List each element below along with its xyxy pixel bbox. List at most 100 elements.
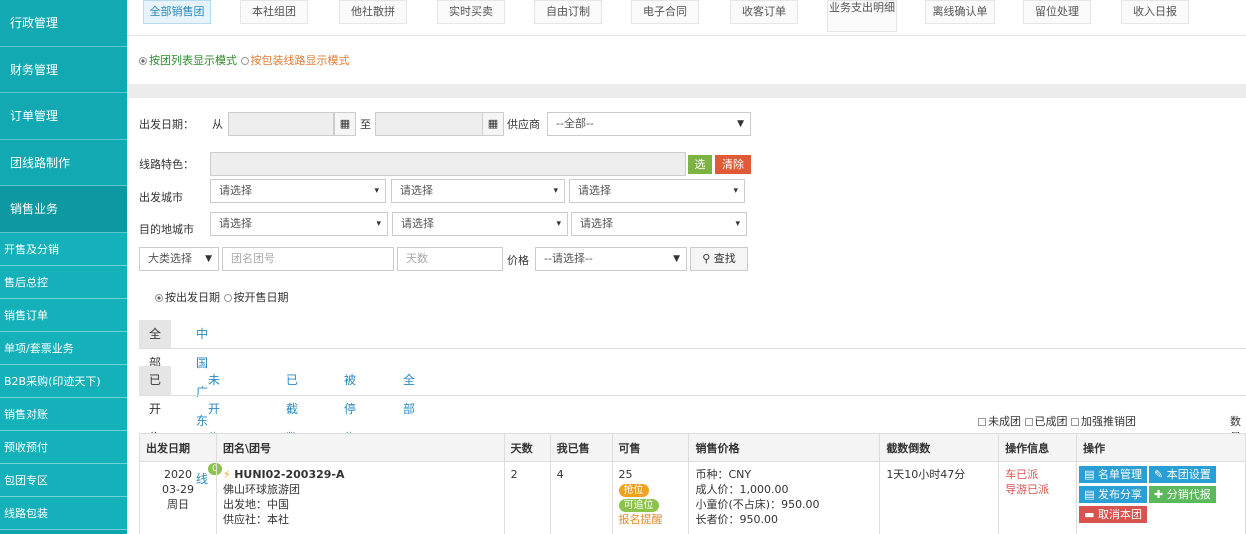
sidebar-item-b2b[interactable]: B2B采购(印迹天下): [0, 364, 127, 398]
sidebar-group-finance[interactable]: 财务管理: [0, 46, 127, 93]
sidebar-item-single-ticket[interactable]: 单项/套票业务: [0, 331, 127, 365]
tab-region-guangdong[interactable]: 中国广东省线: [186, 320, 218, 486]
tab-region-all[interactable]: 全部: [139, 320, 172, 370]
group-setting-button[interactable]: ✎ 本团设置: [1149, 466, 1216, 483]
tab-other-groups[interactable]: 他社散拼: [339, 0, 407, 24]
feature-input[interactable]: [210, 152, 686, 176]
tab-custom[interactable]: 自由订制: [534, 0, 602, 24]
radio-group-list[interactable]: [139, 57, 147, 65]
group-name-input[interactable]: 团名团号: [222, 247, 394, 271]
sidebar-item-aftersale[interactable]: 售后总控: [0, 265, 127, 299]
tab-closed[interactable]: 已截数: [276, 366, 308, 445]
cell-price: 币种：CNY 成人价：1,000.00 小童价(不占床)：950.00 长者价：…: [688, 461, 881, 534]
radio-route-pack[interactable]: [240, 57, 249, 65]
by-open-label[interactable]: 按开售日期: [234, 291, 289, 304]
sidebar-item-prepay[interactable]: 预收预付: [0, 430, 127, 464]
tab-not-opened[interactable]: 未开售 0: [198, 366, 232, 475]
main-panel: 全部销售团 本社组团 他社散拼 实时买卖 自由订制 电子合同 收客订单 业务支出…: [127, 0, 1246, 534]
chase-seat-tag[interactable]: 可追位: [618, 499, 659, 512]
promote-label[interactable]: 加强推销团: [1081, 415, 1136, 428]
tab-income-daily[interactable]: 收入日报: [1121, 0, 1189, 24]
tab-expense-detail[interactable]: 业务支出明细: [827, 0, 897, 32]
by-depart-label[interactable]: 按出发日期: [165, 291, 220, 304]
date-from-input[interactable]: [228, 112, 334, 136]
cell-actions: ▤ 名单管理 ✎ 本团设置 ▤ 发布分享 ✚ 分销代报 ▬ 取消本团: [1076, 461, 1246, 534]
tab-e-contract[interactable]: 电子合同: [631, 0, 699, 24]
pencil-icon: ✎: [1154, 468, 1164, 481]
clear-feature-button[interactable]: 清除: [715, 155, 751, 174]
calendar-icon[interactable]: ▦: [334, 112, 356, 136]
distribute-button[interactable]: ✚ 分销代报: [1149, 486, 1216, 503]
group-code[interactable]: HUNI02-200329-A: [234, 468, 344, 481]
cancel-group-button[interactable]: ▬ 取消本团: [1079, 506, 1148, 523]
checkbox-formed[interactable]: [1024, 418, 1033, 426]
tab-own-groups[interactable]: 本社组团: [240, 0, 308, 24]
date-year: 2020: [163, 468, 192, 481]
sidebar-item-route-pack[interactable]: 线路包装: [0, 496, 127, 530]
date-to-input[interactable]: [375, 112, 483, 136]
days-input[interactable]: 天数: [397, 247, 503, 271]
dest-city-select[interactable]: 请选择 ▾: [392, 212, 568, 236]
depart-district-select[interactable]: 请选择 ▾: [569, 179, 745, 203]
mode-group-list-label[interactable]: 按团列表显示模式: [149, 54, 237, 67]
tab-opened[interactable]: 已开售: [139, 366, 172, 445]
tab-stopped[interactable]: 被停售: [334, 366, 366, 445]
sidebar-item-label: 售后总控: [4, 275, 48, 289]
price-select[interactable]: --请选择-- ▼: [535, 247, 687, 271]
radio-by-depart[interactable]: [155, 294, 163, 302]
search-button[interactable]: ⚲ 查找: [690, 247, 748, 271]
tab-realtime-trade[interactable]: 实时买卖: [437, 0, 505, 24]
cell-available: 25 抢位 可追位 报名提醒: [611, 461, 690, 534]
pick-feature-button[interactable]: 选: [688, 155, 712, 174]
select-value: 请选择: [219, 184, 252, 197]
sidebar-item-label: 预收预付: [4, 440, 48, 454]
category-select-value: 大类选择: [148, 252, 192, 265]
price-senior: 长者价：950.00: [695, 513, 778, 526]
group-filters: 未成团 已成团 加强推销团: [978, 413, 1136, 429]
dest-district-select[interactable]: 请选择 ▾: [571, 212, 747, 236]
tab-offline-confirm[interactable]: 离线确认单: [925, 0, 995, 24]
display-mode: 按团列表显示模式 按包装线路显示模式: [139, 52, 350, 68]
dest-city-label: 目的地城市: [139, 223, 194, 236]
depart-city-select[interactable]: 请选择 ▾: [391, 179, 565, 203]
mode-route-pack-label[interactable]: 按包装线路显示模式: [251, 54, 350, 67]
calendar-icon[interactable]: ▦: [482, 112, 504, 136]
search-button-label: 查找: [713, 252, 736, 265]
caret-down-icon: ▾: [733, 186, 738, 196]
col-header: 我已售: [549, 433, 613, 462]
sidebar-item-sales-orders[interactable]: 销售订单: [0, 298, 127, 332]
sidebar-group-orders[interactable]: 订单管理: [0, 93, 127, 140]
category-select[interactable]: 大类选择 ▼: [139, 247, 219, 271]
depart-city-label: 出发城市: [139, 191, 183, 204]
sidebar-group-label: 团线路制作: [10, 155, 71, 170]
date-mode: 按出发日期 按开售日期: [155, 289, 289, 305]
radio-by-open[interactable]: [223, 294, 232, 302]
price-label: 价格: [507, 254, 529, 267]
caret-down-icon: ▼: [737, 119, 744, 129]
dest-province-select[interactable]: 请选择 ▾: [210, 212, 388, 236]
not-formed-label[interactable]: 未成团: [988, 415, 1021, 428]
divider: [139, 348, 1246, 349]
sidebar-item-open-distribute[interactable]: 开售及分销: [0, 232, 127, 266]
col-header: 可售: [611, 433, 690, 462]
publish-share-button[interactable]: ▤ 发布分享: [1079, 486, 1148, 503]
sidebar-group-sales[interactable]: 销售业务: [0, 186, 127, 233]
grab-seat-tag[interactable]: 抢位: [618, 484, 649, 497]
depart-province-select[interactable]: 请选择 ▾: [210, 179, 386, 203]
formed-label[interactable]: 已成团: [1035, 415, 1068, 428]
tab-all-sales[interactable]: 全部销售团: [143, 0, 211, 24]
sidebar-item-charter[interactable]: 包团专区: [0, 463, 127, 497]
sidebar-item-reconcile[interactable]: 销售对账: [0, 397, 127, 431]
supplier-select[interactable]: --全部-- ▼: [547, 112, 751, 136]
tab-status-all[interactable]: 全部: [393, 366, 425, 416]
tab-seat-hold[interactable]: 留位处理: [1023, 0, 1091, 24]
signup-reminder[interactable]: 报名提醒: [619, 512, 683, 527]
col-header: 操作信息: [998, 433, 1078, 462]
checkbox-promote[interactable]: [1071, 418, 1079, 426]
checkbox-not-formed[interactable]: [978, 418, 986, 426]
sidebar-group-route-make[interactable]: 团线路制作: [0, 139, 127, 186]
cancel-group-label: 取消本团: [1098, 508, 1143, 521]
list-manage-button[interactable]: ▤ 名单管理: [1079, 466, 1148, 483]
sidebar-group-admin[interactable]: 行政管理: [0, 0, 127, 47]
tab-receive-orders[interactable]: 收客订单: [730, 0, 798, 24]
